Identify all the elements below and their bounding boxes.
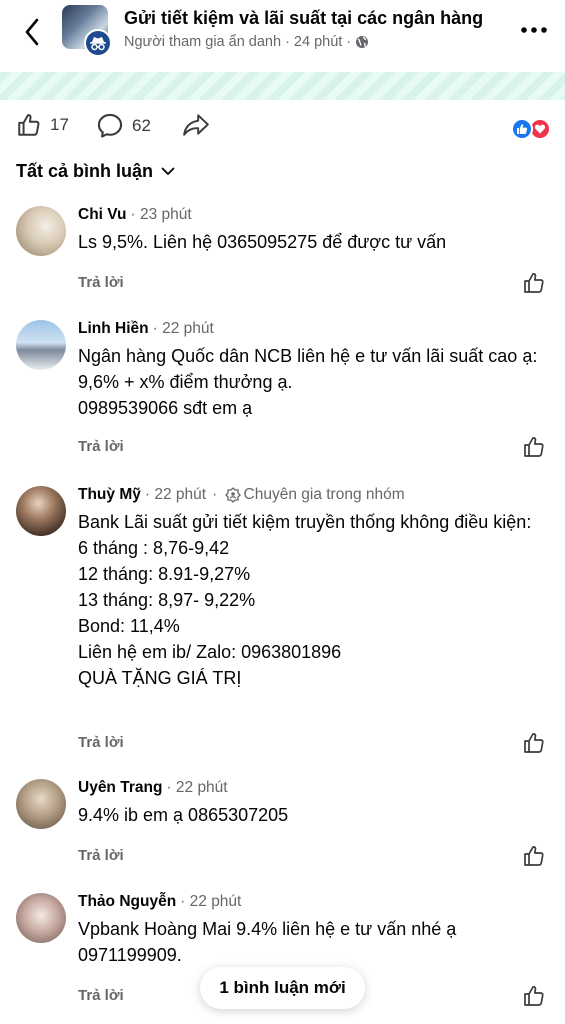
expert-badge-label: Chuyên gia trong nhóm bbox=[243, 486, 405, 503]
separator: · bbox=[346, 34, 352, 50]
avatar[interactable] bbox=[16, 486, 66, 536]
comment-author[interactable]: Thảo Nguyễn bbox=[78, 893, 176, 911]
reaction-summary[interactable] bbox=[511, 118, 551, 140]
reply-button[interactable]: Trả lời bbox=[78, 734, 124, 751]
avatar[interactable] bbox=[16, 320, 66, 370]
like-icon[interactable] bbox=[522, 844, 546, 868]
like-icon[interactable] bbox=[522, 731, 546, 755]
post-image-preview bbox=[0, 72, 565, 100]
comment-text: Ngân hàng Quốc dân NCB liên hệ e tư vấn … bbox=[78, 346, 538, 418]
reply-button[interactable]: Trả lời bbox=[78, 438, 124, 455]
reply-button[interactable]: Trả lời bbox=[78, 847, 124, 864]
back-button[interactable] bbox=[16, 16, 48, 48]
like-icon[interactable] bbox=[522, 271, 546, 295]
anonymous-icon bbox=[84, 29, 112, 57]
comment-text: Vpbank Hoàng Mai 9.4% liên hệ e tư vấn n… bbox=[78, 919, 457, 965]
comment-time: 23 phút bbox=[139, 206, 192, 223]
like-count: 17 bbox=[50, 115, 69, 134]
post-title[interactable]: Gửi tiết kiệm và lãi suất tại các ngân h… bbox=[124, 8, 483, 29]
share-icon bbox=[183, 114, 209, 136]
comment-text: Ls 9,5%. Liên hệ 0365095275 để được tư v… bbox=[78, 232, 447, 252]
globe-icon bbox=[356, 36, 369, 48]
like-icon[interactable] bbox=[522, 984, 546, 1008]
like-icon[interactable] bbox=[522, 435, 546, 459]
group-avatar[interactable] bbox=[62, 5, 112, 57]
comment-author[interactable]: Linh Hiền bbox=[78, 320, 149, 338]
comment-author[interactable]: Thuỳ Mỹ bbox=[78, 486, 141, 504]
reply-button[interactable]: Trả lời bbox=[78, 987, 124, 1004]
comment-text: Bank Lãi suất gửi tiết kiệm truyền thống… bbox=[78, 512, 532, 688]
avatar[interactable] bbox=[16, 206, 66, 256]
avatar[interactable] bbox=[16, 893, 66, 943]
comment-time: 22 phút bbox=[162, 320, 214, 337]
comment-count: 62 bbox=[132, 116, 151, 135]
post-time: 24 phút bbox=[293, 34, 343, 50]
post-header: Gửi tiết kiệm và lãi suất tại các ngân h… bbox=[0, 0, 565, 72]
like-button[interactable]: 17 bbox=[16, 112, 69, 138]
comment-filter-label: Tất cả bình luận bbox=[16, 161, 154, 181]
comment-time: 22 phút bbox=[154, 486, 207, 503]
comment-author[interactable]: Chi Vu bbox=[78, 206, 127, 224]
comment-text: 9.4% ib em ạ 0865307205 bbox=[78, 805, 289, 825]
post-subtitle: Người tham gia ẩn danh · 24 phút · bbox=[124, 34, 369, 50]
more-icon bbox=[521, 27, 547, 33]
back-arrow-icon bbox=[25, 18, 39, 46]
comment-button[interactable]: 62 bbox=[96, 112, 151, 140]
more-options-button[interactable] bbox=[518, 18, 550, 42]
comment-author[interactable]: Uyên Trang bbox=[78, 779, 162, 797]
new-comments-label: 1 bình luận mới bbox=[219, 978, 346, 997]
like-icon bbox=[18, 114, 40, 136]
reply-button[interactable]: Trả lời bbox=[78, 274, 124, 291]
separator: · bbox=[285, 34, 290, 50]
like-reaction-icon bbox=[511, 118, 533, 140]
chevron-down-icon bbox=[161, 167, 175, 175]
comment-time: 22 phút bbox=[175, 779, 228, 796]
new-comments-button[interactable]: 1 bình luận mới bbox=[200, 967, 365, 1009]
comment-filter-dropdown[interactable]: Tất cả bình luận bbox=[16, 161, 175, 182]
comment-time: 22 phút bbox=[189, 893, 242, 910]
avatar[interactable] bbox=[16, 779, 66, 829]
share-button[interactable] bbox=[182, 112, 210, 138]
comment-icon bbox=[97, 113, 123, 138]
post-actions: 17 62 bbox=[0, 108, 565, 148]
expert-badge-icon bbox=[224, 487, 241, 503]
post-author[interactable]: Người tham gia ẩn danh bbox=[124, 34, 281, 50]
